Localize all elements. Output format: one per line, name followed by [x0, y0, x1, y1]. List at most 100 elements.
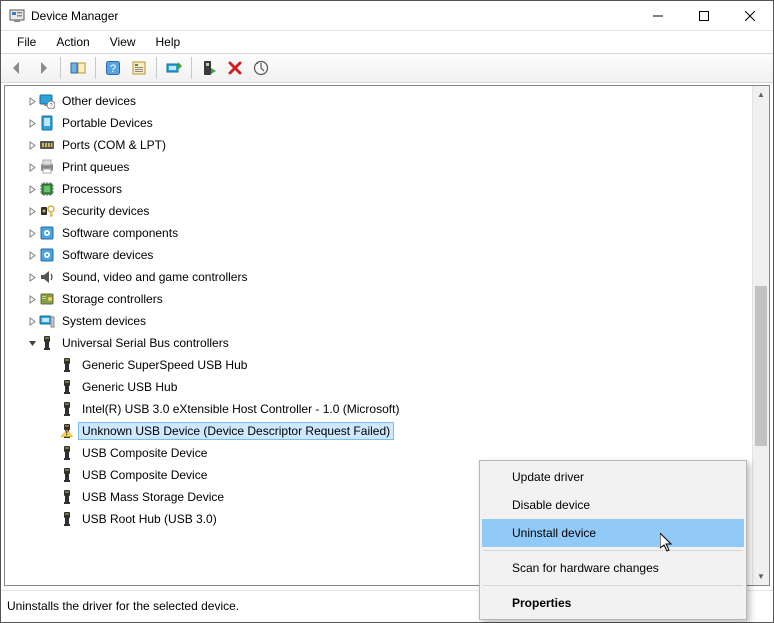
context-menu-uninstall-device[interactable]: Uninstall device [482, 519, 744, 547]
tree-node-label: Processors [59, 181, 125, 197]
toolbar-separator [191, 57, 192, 79]
chevron-right-icon[interactable] [25, 138, 39, 152]
context-menu-update-driver[interactable]: Update driver [482, 463, 744, 491]
chevron-right-icon[interactable] [25, 314, 39, 328]
toolbar-separator [60, 57, 61, 79]
vertical-scrollbar[interactable]: ▲ ▼ [752, 86, 769, 585]
tree-row[interactable]: Print queues [5, 156, 752, 178]
tree-row[interactable]: Portable Devices [5, 112, 752, 134]
chevron-right-icon[interactable] [25, 226, 39, 240]
context-menu-properties[interactable]: Properties [482, 589, 744, 617]
tree-row[interactable]: Security devices [5, 200, 752, 222]
toolbar-scan-button[interactable] [249, 56, 273, 80]
tree-row[interactable]: System devices [5, 310, 752, 332]
toolbar-separator [156, 57, 157, 79]
window-title: Device Manager [31, 9, 118, 23]
tree-row[interactable]: Generic SuperSpeed USB Hub [5, 354, 752, 376]
storage-icon [39, 291, 55, 307]
status-text: Uninstalls the driver for the selected d… [7, 599, 239, 613]
app-icon [9, 8, 25, 24]
chevron-right-icon[interactable] [25, 160, 39, 174]
toolbar-forward-button[interactable] [31, 56, 55, 80]
svg-text:?: ? [110, 63, 116, 75]
tree-row[interactable]: Other devices [5, 90, 752, 112]
tree-row[interactable]: Unknown USB Device (Device Descriptor Re… [5, 420, 752, 442]
usb-icon [59, 489, 75, 505]
cpu-icon [39, 181, 55, 197]
component-icon [39, 247, 55, 263]
scrollbar-thumb[interactable] [755, 286, 767, 446]
key-icon [39, 203, 55, 219]
context-menu-disable-device[interactable]: Disable device [482, 491, 744, 519]
menu-help[interactable]: Help [146, 33, 191, 51]
context-menu-scan-hardware[interactable]: Scan for hardware changes [482, 554, 744, 582]
context-menu-separator [483, 550, 743, 551]
tree-node-label: Unknown USB Device (Device Descriptor Re… [79, 423, 393, 439]
chevron-right-icon[interactable] [25, 204, 39, 218]
device-blue-icon [39, 115, 55, 131]
port-icon [39, 137, 55, 153]
tree-node-label: Generic SuperSpeed USB Hub [79, 357, 250, 373]
menubar: File Action View Help [1, 31, 773, 53]
menu-file[interactable]: File [7, 33, 46, 51]
tree-row[interactable]: Intel(R) USB 3.0 eXtensible Host Control… [5, 398, 752, 420]
chevron-right-icon[interactable] [25, 292, 39, 306]
usb-warning-icon [59, 423, 75, 439]
tree-node-label: Software devices [59, 247, 156, 263]
tree-row[interactable]: Software components [5, 222, 752, 244]
chevron-right-icon[interactable] [25, 182, 39, 196]
tree-node-label: Other devices [59, 93, 139, 109]
tree-node-label: Sound, video and game controllers [59, 269, 250, 285]
chevron-right-icon[interactable] [25, 94, 39, 108]
tree-node-label: Security devices [59, 203, 152, 219]
tree-row[interactable]: Sound, video and game controllers [5, 266, 752, 288]
tree-node-label: Ports (COM & LPT) [59, 137, 169, 153]
monitor-question-icon [39, 93, 55, 109]
chevron-right-icon[interactable] [25, 270, 39, 284]
minimize-button[interactable] [635, 1, 681, 31]
close-button[interactable] [727, 1, 773, 31]
system-icon [39, 313, 55, 329]
toolbar-update-driver-button[interactable] [162, 56, 186, 80]
tree-node-label: Software components [59, 225, 181, 241]
component-icon [39, 225, 55, 241]
toolbar-enable-device-button[interactable] [197, 56, 221, 80]
tree-node-label: Universal Serial Bus controllers [59, 335, 232, 351]
printer-icon [39, 159, 55, 175]
tree-node-label: Storage controllers [59, 291, 166, 307]
usb-icon [59, 445, 75, 461]
speaker-icon [39, 269, 55, 285]
toolbar-showhide-button[interactable] [66, 56, 90, 80]
usb-icon [59, 467, 75, 483]
toolbar-properties-button[interactable] [127, 56, 151, 80]
scroll-down-icon[interactable]: ▼ [753, 568, 769, 585]
tree-node-label: USB Composite Device [79, 467, 210, 483]
menu-view[interactable]: View [100, 33, 146, 51]
tree-node-label: USB Root Hub (USB 3.0) [79, 511, 220, 527]
toolbar-help-button[interactable]: ? [101, 56, 125, 80]
context-menu-separator [483, 585, 743, 586]
tree-row[interactable]: Software devices [5, 244, 752, 266]
usb-icon [59, 379, 75, 395]
chevron-right-icon[interactable] [25, 248, 39, 262]
maximize-button[interactable] [681, 1, 727, 31]
menu-action[interactable]: Action [46, 33, 99, 51]
tree-row[interactable]: Processors [5, 178, 752, 200]
chevron-down-icon[interactable] [25, 336, 39, 350]
usb-icon [39, 335, 55, 351]
titlebar: Device Manager [1, 1, 773, 31]
tree-row[interactable]: Ports (COM & LPT) [5, 134, 752, 156]
tree-row[interactable]: Universal Serial Bus controllers [5, 332, 752, 354]
toolbar-back-button[interactable] [5, 56, 29, 80]
usb-icon [59, 357, 75, 373]
usb-icon [59, 401, 75, 417]
context-menu: Update driver Disable device Uninstall d… [479, 460, 747, 620]
scroll-up-icon[interactable]: ▲ [753, 86, 769, 103]
tree-row[interactable]: Generic USB Hub [5, 376, 752, 398]
toolbar-uninstall-button[interactable] [223, 56, 247, 80]
usb-icon [59, 511, 75, 527]
tree-node-label: USB Composite Device [79, 445, 210, 461]
tree-row[interactable]: Storage controllers [5, 288, 752, 310]
chevron-right-icon[interactable] [25, 116, 39, 130]
toolbar: ? [1, 53, 773, 83]
